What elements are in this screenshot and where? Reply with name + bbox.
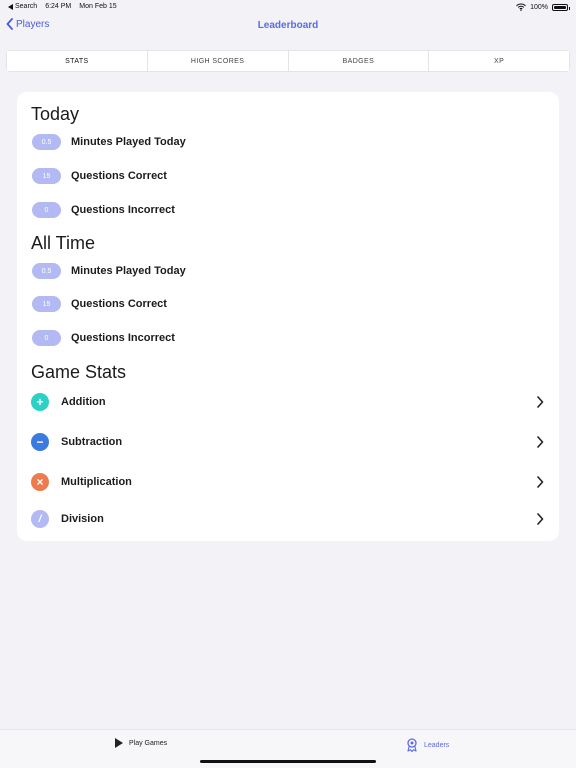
stats-card: Today 0.5 Minutes Played Today 15 Questi… [17, 92, 559, 541]
game-label: Addition [61, 396, 106, 408]
stat-row-alltime-minutes: 0.5 Minutes Played Today [32, 263, 186, 279]
game-row-addition[interactable]: + Addition [31, 391, 545, 413]
game-row-multiplication[interactable]: × Multiplication [31, 471, 545, 493]
stat-value-pill: 15 [32, 296, 61, 312]
stat-label: Minutes Played Today [71, 136, 186, 148]
status-right: 100% [516, 3, 570, 11]
stat-label: Questions Correct [71, 298, 167, 310]
tab-leaders-label: Leaders [424, 741, 450, 749]
status-date: Mon Feb 15 [79, 3, 117, 10]
chevron-right-icon [535, 435, 545, 449]
section-title-game-stats: Game Stats [31, 362, 127, 382]
back-app-label: Search [15, 3, 38, 10]
battery-icon [552, 3, 570, 11]
stat-label: Questions Incorrect [71, 204, 175, 216]
back-to-app[interactable]: Search [8, 3, 37, 10]
section-title-today: Today [31, 104, 80, 124]
minus-icon: − [31, 433, 49, 451]
stat-row-alltime-correct: 15 Questions Correct [32, 296, 167, 312]
stat-row-today-incorrect: 0 Questions Incorrect [32, 202, 175, 218]
award-icon [407, 738, 417, 752]
plus-icon: + [31, 393, 49, 411]
stat-value-pill: 0 [32, 330, 61, 346]
times-icon: × [31, 473, 49, 491]
stat-label: Questions Correct [71, 170, 167, 182]
status-time: 6:24 PM [45, 3, 72, 10]
stat-value-pill: 0 [32, 202, 61, 218]
tab-leaders[interactable]: Leaders [406, 738, 449, 752]
stat-row-today-correct: 15 Questions Correct [32, 168, 167, 184]
chevron-right-icon [535, 475, 545, 489]
stat-value-pill: 15 [32, 168, 61, 184]
tab-badges[interactable]: BADGES [288, 51, 430, 71]
tab-bar: Play Games Leaders [0, 729, 576, 768]
screen: Search 6:24 PM Mon Feb 15 100% Players L… [0, 0, 576, 768]
page-title: Leaderboard [257, 20, 319, 31]
tab-play-games[interactable]: Play Games [115, 738, 167, 748]
game-label: Division [61, 513, 104, 525]
tab-stats[interactable]: STATS [7, 51, 148, 71]
stat-row-today-minutes: 0.5 Minutes Played Today [32, 134, 186, 150]
tab-play-games-label: Play Games [129, 739, 168, 747]
chevron-right-icon [535, 395, 545, 409]
battery-percent: 100% [530, 3, 548, 11]
tab-high-scores[interactable]: HIGH SCORES [147, 51, 289, 71]
stat-label: Minutes Played Today [71, 265, 186, 277]
segmented-control: STATS HIGH SCORES BADGES XP [6, 50, 570, 72]
game-row-division[interactable]: / Division [31, 508, 545, 530]
game-label: Subtraction [61, 436, 123, 448]
nav-bar: Players Leaderboard [0, 14, 576, 40]
section-title-all-time: All Time [31, 233, 96, 253]
battery-fill [554, 5, 566, 9]
triangle-left-icon [8, 3, 13, 10]
game-label: Multiplication [61, 476, 132, 488]
game-row-subtraction[interactable]: − Subtraction [31, 431, 545, 453]
chevron-right-icon [535, 512, 545, 526]
divide-icon: / [31, 510, 49, 528]
tab-xp[interactable]: XP [429, 51, 569, 71]
stat-value-pill: 0.5 [32, 263, 61, 279]
stat-value-pill: 0.5 [32, 134, 61, 150]
status-bar: Search 6:24 PM Mon Feb 15 100% [0, 0, 576, 14]
wifi-icon [516, 3, 526, 11]
home-indicator[interactable] [200, 760, 376, 763]
stat-label: Questions Incorrect [71, 332, 175, 344]
status-left: Search 6:24 PM Mon Feb 15 [8, 3, 117, 10]
stat-row-alltime-incorrect: 0 Questions Incorrect [32, 330, 175, 346]
play-icon [115, 738, 123, 748]
